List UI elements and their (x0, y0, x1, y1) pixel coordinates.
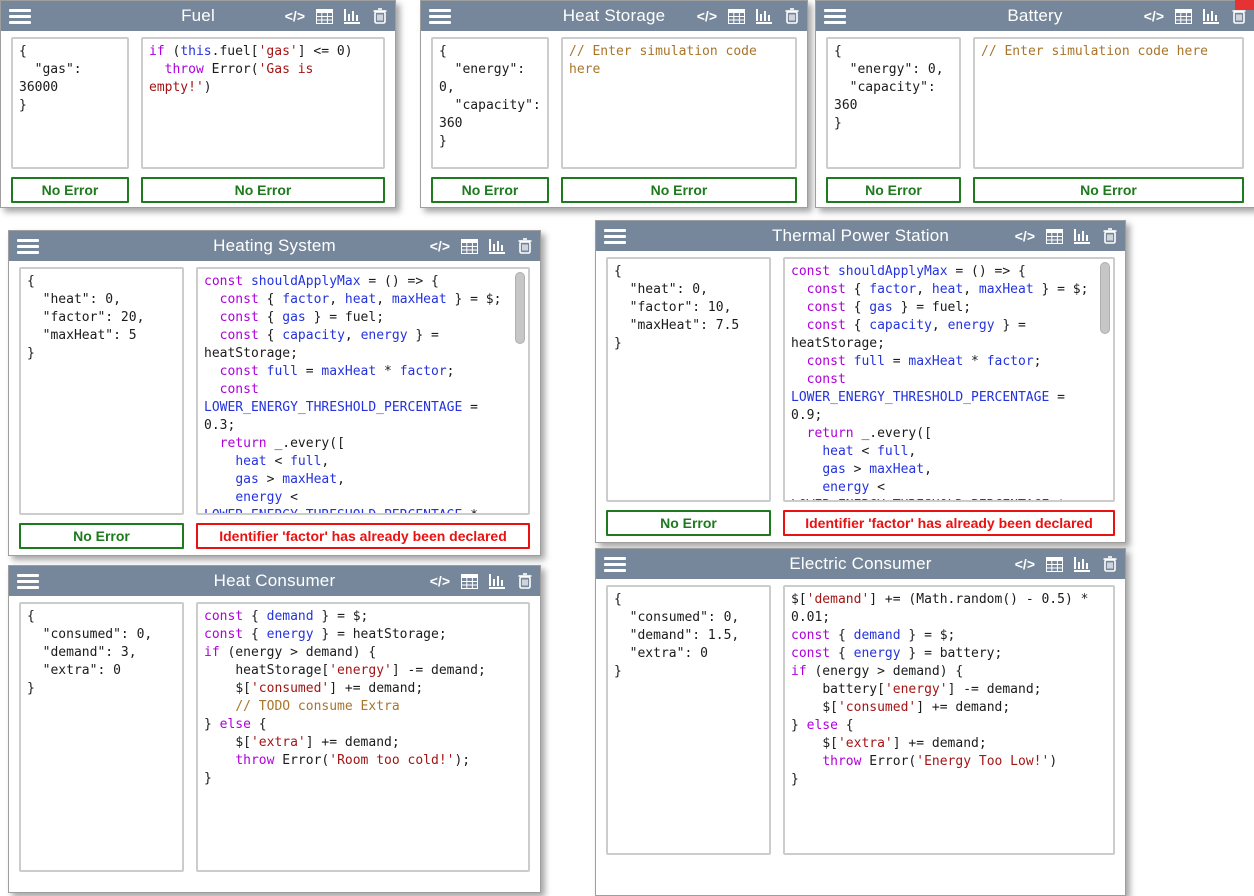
panel-header: Fuel </> (1, 1, 395, 31)
simulation-code-editor[interactable]: const shouldApplyMax = () => { const { f… (196, 267, 530, 515)
table-view-icon[interactable] (1046, 229, 1063, 244)
panel-heat-consumer: Heat Consumer </> { "consumed": 0, "dema… (8, 565, 541, 893)
chart-view-icon[interactable] (344, 8, 362, 24)
trash-icon[interactable] (1232, 8, 1246, 24)
state-json-editor[interactable]: { "energy": 0, "capacity": 360 } (826, 37, 961, 169)
panel-header: Thermal Power Station </> (596, 221, 1125, 251)
panel-electric-consumer: Electric Consumer </> { "consumed": 0, "… (595, 548, 1126, 896)
code-view-icon[interactable]: </> (430, 238, 450, 254)
trash-icon[interactable] (785, 8, 799, 24)
code-view-icon[interactable]: </> (697, 8, 717, 24)
chart-view-icon[interactable] (1074, 228, 1092, 244)
panel-header: Heat Consumer </> (9, 566, 540, 596)
code-status: No Error (973, 177, 1244, 203)
simulation-code-editor[interactable]: const { demand } = $; const { energy } =… (196, 602, 530, 872)
code-status: No Error (561, 177, 797, 203)
panel-battery: Battery </> { "energy": 0, "capacity": 3… (815, 0, 1254, 208)
panel-heat-storage: Heat Storage </> { "energy": 0, "capacit… (420, 0, 808, 208)
code-view-icon[interactable]: </> (285, 8, 305, 24)
simulation-code-editor[interactable]: const shouldApplyMax = () => { const { f… (783, 257, 1115, 502)
panel-header: Heating System </> (9, 231, 540, 261)
panel-header: Heat Storage </> (421, 1, 807, 31)
state-json-editor[interactable]: { "heat": 0, "factor": 20, "maxHeat": 5 … (19, 267, 184, 515)
menu-icon[interactable] (429, 9, 451, 24)
table-view-icon[interactable] (728, 9, 745, 24)
simulation-code-editor[interactable]: if (this.fuel['gas'] <= 0) throw Error('… (141, 37, 385, 169)
chart-view-icon[interactable] (1203, 8, 1221, 24)
json-status: No Error (19, 523, 184, 549)
menu-icon[interactable] (604, 229, 626, 244)
chart-view-icon[interactable] (489, 573, 507, 589)
json-status: No Error (826, 177, 961, 203)
state-json-editor[interactable]: { "heat": 0, "factor": 10, "maxHeat": 7.… (606, 257, 771, 502)
simulation-code-editor[interactable]: $['demand'] += (Math.random() - 0.5) * 0… (783, 585, 1115, 855)
trash-icon[interactable] (1103, 556, 1117, 572)
scrollbar-thumb[interactable] (1100, 262, 1110, 334)
menu-icon[interactable] (824, 9, 846, 24)
code-view-icon[interactable]: </> (1144, 8, 1164, 24)
state-json-editor[interactable]: { "consumed": 0, "demand": 3, "extra": 0… (19, 602, 184, 872)
menu-icon[interactable] (9, 9, 31, 24)
panel-fuel: Fuel </> { "gas": 36000 } if (this.fuel[… (0, 0, 396, 208)
panel-header: Battery </> (816, 1, 1254, 31)
code-status: Identifier 'factor' has already been dec… (783, 510, 1115, 536)
table-view-icon[interactable] (316, 9, 333, 24)
table-view-icon[interactable] (461, 239, 478, 254)
trash-icon[interactable] (518, 238, 532, 254)
code-view-icon[interactable]: </> (430, 573, 450, 589)
chart-view-icon[interactable] (489, 238, 507, 254)
chart-view-icon[interactable] (756, 8, 774, 24)
state-json-editor[interactable]: { "gas": 36000 } (11, 37, 129, 169)
menu-icon[interactable] (604, 557, 626, 572)
corner-red-marker (1235, 0, 1254, 10)
menu-icon[interactable] (17, 239, 39, 254)
json-status: No Error (606, 510, 771, 536)
code-view-icon[interactable]: </> (1015, 228, 1035, 244)
scrollbar-thumb[interactable] (515, 272, 525, 344)
trash-icon[interactable] (518, 573, 532, 589)
state-json-editor[interactable]: { "consumed": 0, "demand": 1.5, "extra":… (606, 585, 771, 855)
table-view-icon[interactable] (461, 574, 478, 589)
state-json-editor[interactable]: { "energy": 0, "capacity": 360 } (431, 37, 549, 169)
panel-heating-system: Heating System </> { "heat": 0, "factor"… (8, 230, 541, 556)
code-status: Identifier 'factor' has already been dec… (196, 523, 530, 549)
trash-icon[interactable] (373, 8, 387, 24)
json-status: No Error (431, 177, 549, 203)
json-status: No Error (11, 177, 129, 203)
menu-icon[interactable] (17, 574, 39, 589)
code-status: No Error (141, 177, 385, 203)
table-view-icon[interactable] (1046, 557, 1063, 572)
code-view-icon[interactable]: </> (1015, 556, 1035, 572)
chart-view-icon[interactable] (1074, 556, 1092, 572)
panel-thermal-power-station: Thermal Power Station </> { "heat": 0, "… (595, 220, 1126, 543)
table-view-icon[interactable] (1175, 9, 1192, 24)
simulation-code-editor[interactable]: // Enter simulation code here (561, 37, 797, 169)
simulation-code-editor[interactable]: // Enter simulation code here (973, 37, 1244, 169)
trash-icon[interactable] (1103, 228, 1117, 244)
panel-header: Electric Consumer </> (596, 549, 1125, 579)
